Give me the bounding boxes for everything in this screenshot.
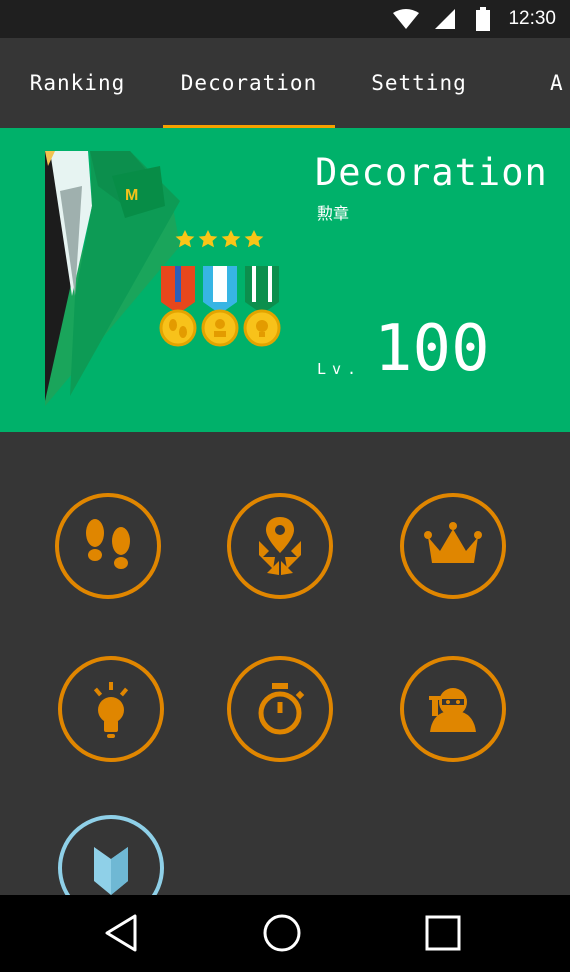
badge-ranking[interactable] — [400, 493, 506, 599]
page-subtitle: 勲章 — [317, 204, 350, 223]
system-nav-bar — [0, 895, 570, 972]
home-icon[interactable] — [262, 913, 302, 953]
footprints-icon — [86, 519, 130, 569]
uniform-emblem-icon: M — [45, 151, 281, 406]
badge-location[interactable] — [227, 493, 333, 599]
emblem-letter: M — [125, 187, 138, 204]
signal-icon — [435, 9, 455, 29]
recents-icon[interactable] — [425, 913, 461, 953]
stopwatch-icon — [258, 683, 305, 735]
map-pin-arrows-icon — [259, 517, 301, 575]
level-label: Lv. — [317, 360, 363, 378]
crown-icon — [424, 522, 482, 563]
badge-time[interactable] — [227, 656, 333, 762]
status-bar: 12:30 — [0, 0, 570, 38]
badge-walking[interactable] — [55, 493, 161, 599]
tab-setting[interactable]: Setting — [340, 38, 498, 128]
tab-partial[interactable]: A — [550, 38, 570, 128]
tab-ranking[interactable]: Ranking — [0, 38, 155, 128]
tab-decoration[interactable]: Decoration — [163, 38, 335, 128]
beginner-mark-icon — [94, 847, 128, 895]
decoration-header: M Decoration 勲章 Lv. 100 — [0, 128, 570, 432]
wifi-icon — [393, 9, 419, 29]
badge-ninja[interactable] — [400, 656, 506, 762]
back-icon[interactable] — [103, 913, 139, 953]
ninja-icon — [429, 688, 476, 732]
tab-bar: Ranking Decoration Setting A — [0, 38, 570, 128]
level-value: 100 — [374, 312, 490, 386]
status-time: 12:30 — [508, 8, 556, 29]
page-title: Decoration — [315, 151, 548, 194]
battery-icon — [476, 7, 490, 31]
lightbulb-icon — [93, 682, 129, 738]
badge-idea[interactable] — [58, 656, 164, 762]
